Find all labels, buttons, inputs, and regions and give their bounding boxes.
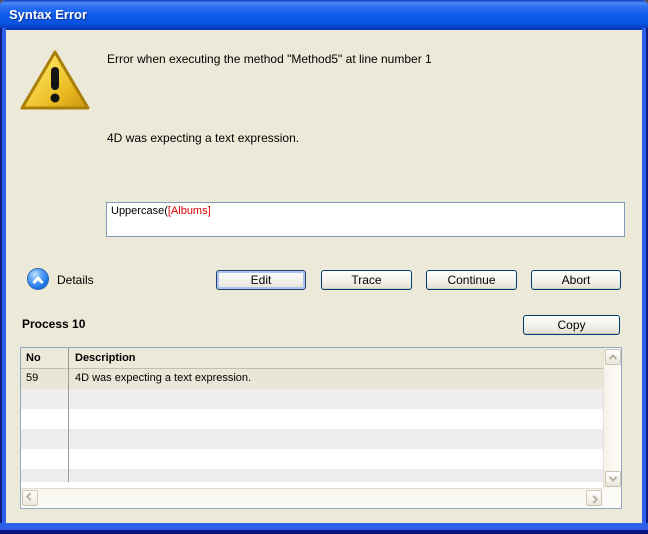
error-message-line2: 4D was expecting a text expression. xyxy=(107,131,627,145)
table-row-empty xyxy=(21,389,603,409)
table-row-empty xyxy=(21,429,603,449)
window-frame-right xyxy=(642,28,648,534)
chevron-right-icon xyxy=(590,495,598,503)
copy-button[interactable]: Copy xyxy=(523,315,620,335)
abort-button[interactable]: Abort xyxy=(531,270,621,290)
trace-button[interactable]: Trace xyxy=(321,270,412,290)
syntax-error-dialog: Syntax Error Error when executing the me… xyxy=(0,0,648,534)
chevron-down-icon xyxy=(609,473,617,481)
column-header-no: No xyxy=(26,352,41,364)
process-title: Process 10 xyxy=(22,317,85,331)
cell-error-number: 59 xyxy=(26,372,38,384)
details-label: Details xyxy=(57,273,94,287)
column-header-description: Description xyxy=(75,352,136,364)
window-title: Syntax Error xyxy=(9,0,87,30)
error-table: No Description 59 4D was expecting a tex… xyxy=(20,347,622,509)
table-row-empty xyxy=(21,449,603,469)
code-expression-box[interactable]: Uppercase([Albums] xyxy=(106,202,625,237)
window-frame-left xyxy=(0,28,6,534)
scroll-down-button[interactable] xyxy=(605,471,621,487)
chevron-up-icon xyxy=(609,354,617,362)
scroll-up-button[interactable] xyxy=(605,349,621,365)
horizontal-scrollbar[interactable] xyxy=(21,488,603,508)
warning-icon xyxy=(18,48,92,119)
title-bar[interactable]: Syntax Error xyxy=(0,0,648,30)
table-row-empty xyxy=(21,409,603,429)
table-body: 59 4D was expecting a text expression. xyxy=(21,369,603,488)
details-toggle-button[interactable] xyxy=(27,268,49,290)
edit-button[interactable]: Edit xyxy=(216,270,306,290)
chevron-up-icon xyxy=(32,276,43,287)
code-text: Uppercase( xyxy=(111,205,168,217)
scroll-left-button[interactable] xyxy=(22,490,38,506)
code-error-highlight: [Albums] xyxy=(168,205,211,217)
table-row[interactable]: 59 4D was expecting a text expression. xyxy=(21,369,603,389)
table-row-empty xyxy=(21,469,603,482)
chevron-left-icon xyxy=(26,492,34,500)
window-frame-bottom xyxy=(0,523,648,534)
table-header: No Description xyxy=(21,348,603,369)
scrollbar-corner xyxy=(603,488,621,508)
cell-error-description: 4D was expecting a text expression. xyxy=(75,372,251,384)
scroll-right-button[interactable] xyxy=(586,490,602,506)
error-message-line1: Error when executing the method "Method5… xyxy=(107,52,627,66)
column-divider xyxy=(68,348,69,482)
continue-button[interactable]: Continue xyxy=(426,270,517,290)
vertical-scrollbar[interactable] xyxy=(603,348,621,488)
